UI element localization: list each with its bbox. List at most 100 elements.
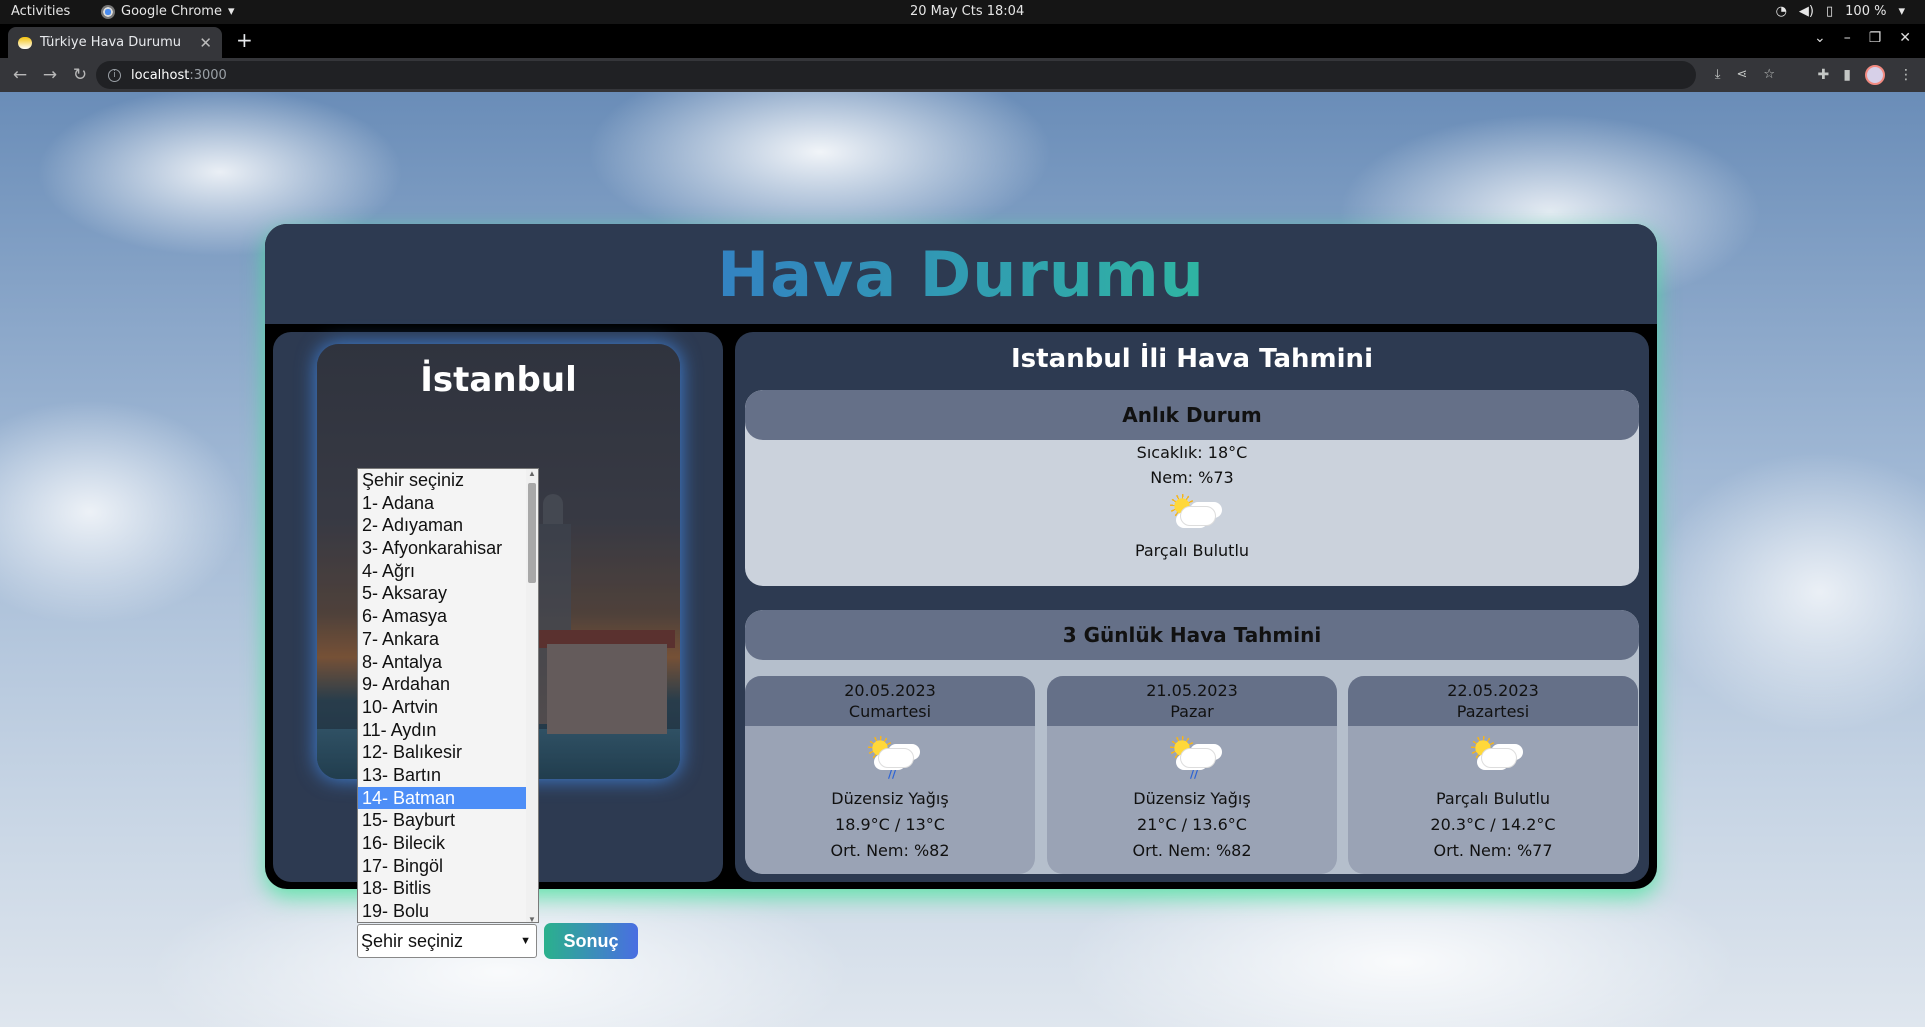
current-heading: Anlık Durum [745,390,1639,440]
back-arrow-icon[interactable]: ← [8,65,32,85]
partly-cloudy-icon [1166,492,1218,532]
forecast-day-header: 22.05.2023 Pazartesi [1348,676,1638,726]
tab-strip: Türkiye Hava Durumu ✕ + ⌄ – ❐ ✕ [0,24,1925,58]
menu-kebab-icon[interactable]: ⋮ [1899,67,1913,83]
address-bar[interactable]: i localhost:3000 [96,61,1696,89]
window-controls: ⌄ – ❐ ✕ [1814,30,1925,46]
dropdown-option[interactable]: 10- Artvin [358,696,538,719]
city-photo-label: İstanbul [420,360,577,400]
sun-cloud-rain-icon: // [1166,734,1218,781]
forecast-condition: Parçalı Bulutlu [1435,789,1551,808]
forecast-day-body: Parçalı Bulutlu 20.3°C / 14.2°C Ort. Nem… [1348,726,1638,864]
minimize-icon[interactable]: – [1844,30,1851,46]
dropdown-scrollbar[interactable]: ▲ ▼ [526,469,538,922]
new-tab-button[interactable]: + [236,28,253,52]
dropdown-option[interactable]: 9- Ardahan [358,673,538,696]
dropdown-option[interactable]: 1- Adana [358,492,538,515]
forecast-title: Istanbul İli Hava Tahmini [1011,344,1373,374]
three-day-forecast-card: 3 Günlük Hava Tahmini 20.05.2023 Cumarte… [745,610,1639,874]
dropdown-option[interactable]: 19- Bolu [358,900,538,922]
system-tray[interactable]: ◔ ◀) ▯ 100 % ▾ [1776,4,1905,19]
forecast-condition: Düzensiz Yağış [831,789,949,808]
chevron-down-icon: ▾ [227,4,235,19]
forecast-humidity: Ort. Nem: %82 [1132,841,1252,860]
page-title: Hava Durumu [717,237,1205,311]
partly-cloudy-icon [1467,734,1519,774]
close-window-icon[interactable]: ✕ [1899,30,1911,46]
dropdown-option[interactable]: 16- Bilecik [358,832,538,855]
forecast-day-card: 22.05.2023 Pazartesi Parçalı Bulutlu 20.… [1348,676,1638,874]
forecast-humidity: Ort. Nem: %77 [1433,841,1553,860]
scrollbar-thumb[interactable] [528,483,536,583]
chrome-icon [101,4,115,19]
current-condition: Parçalı Bulutlu [1134,541,1250,560]
scroll-down-icon[interactable]: ▼ [528,915,536,922]
dropdown-option[interactable]: 13- Bartın [358,764,538,787]
forecast-day-card: 20.05.2023 Cumartesi // Düzensiz Yağış 1… [745,676,1035,874]
dropdown-option[interactable]: 8- Antalya [358,651,538,674]
browser-tab[interactable]: Türkiye Hava Durumu ✕ [8,27,222,58]
city-select[interactable]: Şehir seçiniz ▼ [357,924,537,958]
volume-icon: ◀) [1798,4,1814,19]
clock[interactable]: 20 May Cts 18:04 [910,4,1024,19]
dropdown-option[interactable]: 12- Balıkesir [358,741,538,764]
dropdown-option[interactable]: 3- Afyonkarahisar [358,537,538,560]
dropdown-option[interactable]: 17- Bingöl [358,855,538,878]
forecast-date: 22.05.2023 [1447,681,1539,700]
forecast-panel: Istanbul İli Hava Tahmini Anlık Durum Sı… [735,332,1649,882]
forecast-day-card: 21.05.2023 Pazar // Düzensiz Yağış 21°C … [1047,676,1337,874]
weather-favicon-icon [18,36,32,49]
tab-title: Türkiye Hava Durumu [40,35,181,50]
share-icon[interactable]: ⋖ [1736,67,1747,82]
dropdown-option[interactable]: Şehir seçiniz [358,469,538,492]
battery-level: 100 % [1845,4,1887,19]
reload-icon[interactable]: ↻ [68,65,92,85]
close-icon[interactable]: ✕ [199,34,212,52]
chevron-down-icon: ▾ [1898,4,1905,19]
omnibox-actions: ⤓ ⋖ ☆ [1715,67,1775,82]
dropdown-option[interactable]: 11- Aydın [358,719,538,742]
dropdown-option[interactable]: 15- Bayburt [358,809,538,832]
side-panel-icon[interactable]: ▮ [1843,67,1851,83]
forecast-date: 21.05.2023 [1146,681,1238,700]
city-dropdown-list[interactable]: Şehir seçiniz 1- Adana 2- Adıyaman 3- Afyon… [357,468,539,923]
app-header: Hava Durumu [265,224,1657,324]
submit-button[interactable]: Sonuç [544,923,638,959]
forecast-day-header: 20.05.2023 Cumartesi [745,676,1035,726]
page-viewport: Hava Durumu İstanbul Istanbul İli Hava T… [0,92,1925,1027]
forecast-day-body: // Düzensiz Yağış 21°C / 13.6°C Ort. Nem… [1047,726,1337,864]
info-icon[interactable]: i [108,68,121,82]
chevron-down-icon[interactable]: ⌄ [1814,30,1826,46]
dropdown-option[interactable]: 2- Adıyaman [358,514,538,537]
app-menu[interactable]: Google Chrome ▾ [101,4,235,19]
wifi-icon: ◔ [1775,4,1787,19]
dropdown-option[interactable]: 14- Batman [358,786,526,810]
chevron-down-icon: ▼ [520,935,531,947]
avatar[interactable] [1865,65,1885,85]
forecast-temps: 18.9°C / 13°C [835,815,945,834]
dropdown-option[interactable]: 18- Bitlis [358,877,538,900]
extensions-icon[interactable]: ✚ [1818,67,1830,83]
dropdown-option[interactable]: 5- Aksaray [358,582,538,605]
current-temperature: Sıcaklık: 18°C [1136,443,1248,462]
dropdown-option[interactable]: 6- Amasya [358,605,538,628]
activities-button[interactable]: Activities [11,4,70,19]
dropdown-option[interactable]: 7- Ankara [358,628,538,651]
toolbar-actions: ✚ ▮ ⋮ [1818,65,1913,85]
forecast-day-header: 21.05.2023 Pazar [1047,676,1337,726]
forward-arrow-icon[interactable]: → [38,65,62,85]
maximize-icon[interactable]: ❐ [1869,30,1882,46]
star-icon[interactable]: ☆ [1763,67,1775,82]
install-icon[interactable]: ⤓ [1715,67,1721,82]
forecast-humidity: Ort. Nem: %82 [830,841,950,860]
forecast-temps: 20.3°C / 14.2°C [1430,815,1556,834]
battery-icon: ▯ [1826,4,1834,19]
dropdown-option[interactable]: 4- Ağrı [358,560,538,583]
app-menu-label: Google Chrome [121,4,222,19]
three-day-heading: 3 Günlük Hava Tahmini [745,610,1639,660]
scroll-up-icon[interactable]: ▲ [528,469,536,478]
forecast-condition: Düzensiz Yağış [1133,789,1251,808]
city-select-value: Şehir seçiniz [361,930,464,951]
sun-cloud-rain-icon: // [864,734,916,781]
navigation-bar: ← → ↻ i localhost:3000 ⤓ ⋖ ☆ ✚ ▮ ⋮ [0,58,1925,92]
